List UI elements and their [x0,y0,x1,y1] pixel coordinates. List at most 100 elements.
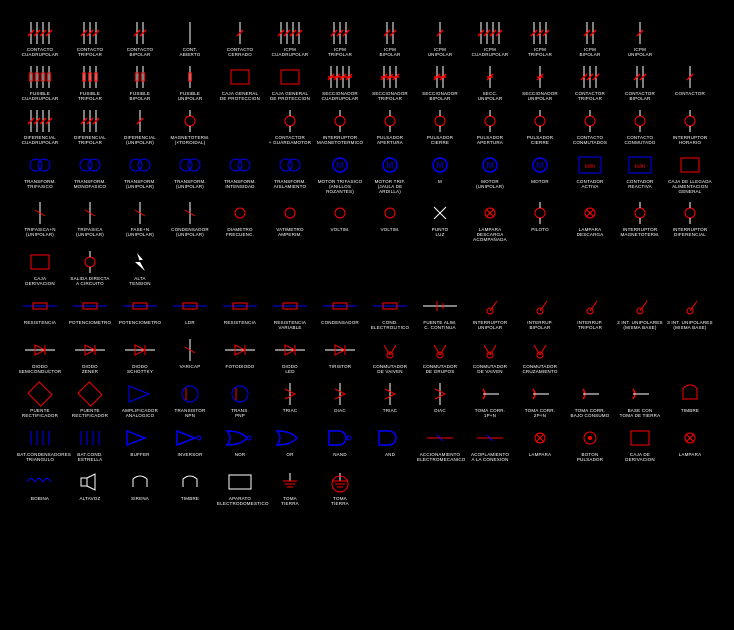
acoplamiento-conexion-symbol [469,425,511,451]
conmutador-vaiven-2: CONMUTADOR DE VAIVEN [467,337,513,375]
contacto-abierto: CONT. ABIERTO [167,20,213,58]
bat-cond-estrella-symbol [69,425,111,451]
vatimetro-amperim-label: VATIMETRO AMPERIM. [267,228,313,238]
pulsador-apertura: PULSADOR APERTURA [367,108,413,146]
icpm-cuadrupolar-2-label: ICPM CUADRUPOLAR [467,48,513,58]
diac-2-label: DIAC [417,409,463,414]
diodo-semiconductor-symbol [19,337,61,363]
lampara-2: LAMPARA [667,425,713,463]
contacto-bipolar-label: CONTACTO BIPOLAR [117,48,163,58]
inversor-label: INVERSOR [167,453,213,458]
diac-symbol [319,381,361,407]
nor-label: NOR [217,453,263,458]
contactor-bipolar: CONTACTOR BIPOLAR [617,64,663,102]
svg-text:kWh: kWh [585,164,595,170]
fuente-alim-continua-label: FUENTE ALIM. C. CONTINUA [417,321,463,331]
diferencial-cuadrupolar: DIFERENCIAL CUADRUPOLAR [17,108,63,146]
conmutador-grupos-label: CONMUTADOR DE GRUPOS [417,365,463,375]
triac-2-label: TRIAC [367,409,413,414]
acoplamiento-conexion-label: ACOPLAMIENTO A LA CONEXION [467,453,513,463]
diodo-semiconductor: DIODO SEMICONDUCTOR [17,337,63,375]
diferencial-tripolar-label: DIFERENCIAL TRIPOLAR [67,136,113,146]
interruptor-unipolar-symbol [469,293,511,319]
transformador-aislamiento-symbol [269,152,311,178]
diodo-led: DIODO LED [267,337,313,375]
diferencial-cuadrupolar-symbol [19,108,61,134]
timbre: TIMBRE [667,381,713,419]
tiristor-label: TIRISTOR [317,365,363,370]
tiristor-symbol [319,337,361,363]
caja-derivacion-label: CAJA DERIVACION [17,277,63,287]
triac-symbol [269,381,311,407]
condensador: CONDENSADOR [317,293,363,331]
bobina-label: BOBINA [17,497,63,502]
base-toma-tierra: BASE CON TOMA DE TIERRA [617,381,663,419]
pulsador-cierre-2-label: PULSADOR CIERRE [517,136,563,146]
puente-rectificador-label: PUENTE RECTIFICADOR [17,409,63,419]
transformador-trifasico-label: TRANSFORM. TRIFASICO [17,180,63,190]
aparato-electrodomestico-symbol [219,469,261,495]
bat-cond-triangulo-label: BAT.CONDENSADORES TRIANGULO [17,453,63,463]
motor-m-symbol: M [419,152,461,178]
buffer: BUFFER [117,425,163,463]
conmutador-cruzamiento: CONMUTADOR CRUZAMIENTO [517,337,563,375]
potenciometro-label: POTENCIOMETRO [67,321,113,326]
or-symbol [269,425,311,451]
triac-2: TRIAC [367,381,413,419]
piloto: PILOTO [517,200,563,243]
fusible-unipolar-symbol [169,64,211,90]
caja-derivacion-2: CAJA DE DERIVACION [617,425,663,463]
conmutador-grupos: CONMUTADOR DE GRUPOS [417,337,463,375]
punto-luz: PUNTO LUZ [417,200,463,243]
interruptor-diferencial-label: INTERRUPTOR DIFERENCIAL [667,228,713,238]
piloto-symbol [519,200,561,226]
acoplamiento-conexion: ACOPLAMIENTO A LA CONEXION [467,425,513,463]
caja-derivacion-symbol [19,249,61,275]
caja-general-2-symbol [269,64,311,90]
pulsador-cierre-2: PULSADOR CIERRE [517,108,563,146]
diodo-semiconductor-label: DIODO SEMICONDUCTOR [17,365,63,375]
boton-pulsador-label: BOTON PULSADOR [567,453,613,463]
diac-label: DIAC [317,409,363,414]
lampara-label: LAMPARA [517,453,563,458]
toma-corriente-1pn-label: TOMA CORR. 1P+N [467,409,513,419]
icpm-cuadrupolar-symbol [269,20,311,46]
interruptor-bipolar-label: INTERRUP. BIPOLAR [517,321,563,331]
contactor-unipolar-label: CONTACTOR [667,92,713,97]
contactor-guardamotor: CONTACTOR + GUARDAMOTOR [267,108,313,146]
icpm-tripolar: ICPM TRIPOLAR [317,20,363,58]
interruptor-diferencial: INTERRUPTOR DIFERENCIAL [667,200,713,243]
pulsador-cierre-symbol [419,108,461,134]
caja-general: CAJA GENERAL DE PROTECCION [217,64,263,102]
puente-rectificador-symbol [19,381,61,407]
varicap: VARICAP [167,337,213,375]
motor-trifasico-ardilla-symbol: M [369,152,411,178]
caja-general-label: CAJA GENERAL DE PROTECCION [217,92,263,102]
contacto-cuadrupolar: CONTACTO CUADRUPOLAR [17,20,63,58]
alta-tension-label: ALTA TENSION [117,277,163,287]
fusible-tripolar-symbol [69,64,111,90]
interruptor-horario: INTERRUPTOR HORARIO [667,108,713,146]
sirena-symbol [119,469,161,495]
motor-m: MM [417,152,463,195]
motor-trifasico-rozantes: MMOTOR TRIFASICO (ANILLOS ROZANTES) [317,152,363,195]
contacto-cerrado: CONTACTO CERRADO [217,20,263,58]
puente-rectificador-2: PUENTE RECTIFICADOR [67,381,113,419]
puente-rectificador-2-symbol [69,381,111,407]
icpm-cuadrupolar: ICPM CUADRUPOLAR [267,20,313,58]
diferencial-unipolar-label: DIFERENCIAL (UNIPOLAR) [117,136,163,146]
seccionador-tripolar: SECCIONADOR TRIPOLAR [367,64,413,102]
mag-blank [217,108,263,146]
transformador-unipolar-label: TRANSFORM. (UNIPOLAR) [117,180,163,190]
fase-neutro-unipolar-symbol [119,200,161,226]
transformador-unipolar: TRANSFORM. (UNIPOLAR) [117,152,163,195]
fotodiodo-symbol [219,337,261,363]
fusible-bipolar: FUSIBLE BIPOLAR [117,64,163,102]
nand-label: NAND [317,453,363,458]
caja-derivacion-2-label: CAJA DE DERIVACION [617,453,663,463]
diac: DIAC [317,381,363,419]
varicap-symbol [169,337,211,363]
interruptor-magnetoterm-symbol [619,200,661,226]
toma-corriente-bajo-consumo-label: TOMA CORR. BAJO CONSUMO [567,409,613,419]
svg-text:M: M [437,161,444,170]
